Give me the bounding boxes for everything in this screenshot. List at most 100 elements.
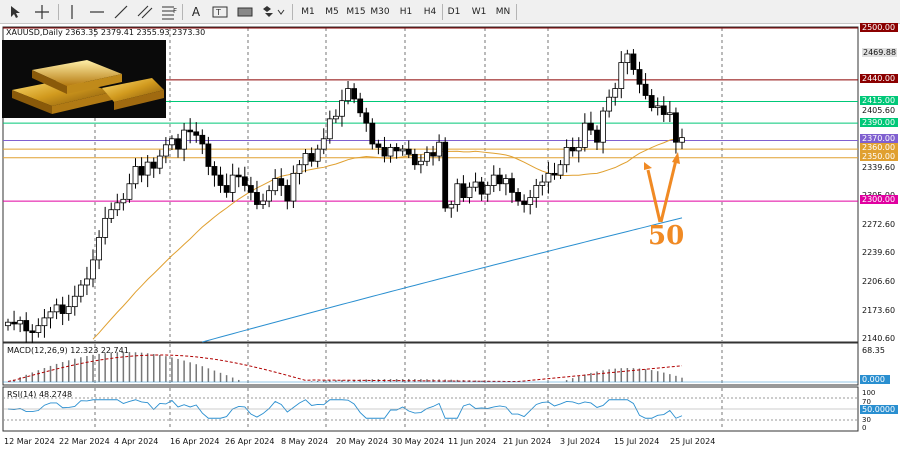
candle-body [436, 141, 443, 157]
candle-body [278, 178, 285, 186]
candle-body [272, 178, 279, 192]
candle-body [108, 209, 115, 219]
time-label: 11 Jun 2024 [448, 437, 497, 446]
tf-button-mn[interactable]: MN [491, 2, 515, 22]
crosshair-icon[interactable] [32, 2, 52, 22]
candle-body [484, 185, 491, 195]
candle-body [666, 112, 673, 115]
candle-body [187, 129, 194, 133]
price-tick-2239: 2239.60 [862, 248, 896, 257]
tf-button-m30[interactable]: M30 [368, 2, 392, 22]
rsi-tick-100: 100 [862, 389, 876, 397]
price-tick-2173: 2173.60 [862, 306, 896, 315]
tf-button-m15[interactable]: M15 [344, 2, 368, 22]
svg-text:T: T [215, 8, 221, 17]
candle-body [296, 164, 303, 174]
fibonacci-icon[interactable]: F [160, 2, 178, 22]
tf-button-m5[interactable]: M5 [320, 2, 344, 22]
candle-body [381, 147, 388, 157]
candle-body [496, 174, 503, 185]
candle-body [260, 200, 266, 205]
annotation-50-label: 50 [648, 221, 685, 251]
candle-body [71, 295, 78, 308]
candle-body [150, 161, 157, 169]
candle-body [132, 166, 139, 185]
macd-tick-68: 68.35 [862, 346, 885, 355]
rsi-tick-0: 0 [862, 424, 867, 432]
time-label: 30 May 2024 [392, 437, 445, 446]
candle-body [84, 278, 90, 286]
candle-body [454, 183, 461, 205]
candle-body [144, 161, 151, 176]
rectangle-icon[interactable] [236, 2, 254, 22]
candle-body [472, 181, 479, 188]
candle-body [17, 320, 24, 325]
candle-body [521, 200, 528, 205]
candle-body [515, 192, 521, 202]
candle-body [490, 174, 497, 186]
candle-body [660, 105, 667, 115]
candle-body [630, 53, 637, 70]
candle-body [424, 152, 430, 162]
rsi-level-badge: 50.0000 [860, 405, 898, 414]
candle-body [393, 147, 400, 152]
tf-button-h1[interactable]: H1 [394, 2, 418, 22]
tf-button-w1[interactable]: W1 [467, 2, 491, 22]
candle-body [59, 304, 66, 314]
candle-body [357, 98, 364, 114]
candle-body [679, 137, 685, 143]
time-label: 21 Jun 2024 [503, 437, 552, 446]
candle-body [642, 83, 649, 96]
candle-body [448, 204, 455, 209]
candle-body [418, 160, 424, 166]
candle-body [411, 153, 418, 166]
level-badge-2360: 2360.00 [860, 143, 898, 152]
tf-button-h4[interactable]: H4 [418, 2, 442, 22]
price-tick-2206: 2206.60 [862, 277, 896, 286]
level-badge-2440: 2440.00 [860, 74, 898, 83]
text-icon[interactable]: A [188, 2, 204, 22]
shapes-icon[interactable] [260, 2, 286, 22]
candle-body [351, 88, 358, 100]
level-badge-2370: 2370.00 [860, 134, 898, 143]
candle-body [320, 138, 327, 150]
candle-body [430, 152, 436, 157]
rsi-label: RSI(14) 48.2748 [7, 390, 73, 399]
candle-body [399, 148, 406, 152]
candle-body [581, 122, 588, 148]
candle-body [241, 176, 248, 186]
symbol-header: XAUUSD,Daily 2363.35 2379.41 2355.93 237… [6, 28, 206, 37]
candle-body [53, 304, 60, 313]
candle-body [503, 178, 509, 185]
gold-bars-image [2, 40, 166, 118]
candle-body [545, 172, 552, 183]
candle-body [138, 166, 145, 176]
vertical-line-icon[interactable] [64, 2, 80, 22]
trendline-icon[interactable] [112, 2, 130, 22]
candle-body [569, 147, 576, 152]
label-icon[interactable]: T [210, 2, 230, 22]
price-tick-2272: 2272.60 [862, 220, 896, 229]
candle-body [11, 321, 17, 325]
time-label: 22 Mar 2024 [59, 437, 110, 446]
candle-body [527, 197, 534, 205]
level-badge-2500: 2500.00 [860, 23, 898, 32]
cursor-icon[interactable] [6, 2, 24, 22]
tf-button-m1[interactable]: M1 [296, 2, 320, 22]
candle-body [90, 259, 96, 280]
candle-body [284, 185, 291, 202]
candle-body [533, 185, 540, 199]
horizontal-line-icon[interactable] [88, 2, 106, 22]
candle-body [594, 129, 600, 143]
candle-body [229, 174, 236, 193]
candle-body [29, 330, 36, 333]
svg-text:F: F [173, 7, 177, 15]
macd-zero-badge: 0.000 [860, 375, 890, 384]
candle-body [302, 153, 309, 166]
candle-body [65, 306, 72, 314]
candle-body [563, 147, 570, 166]
tf-button-d1[interactable]: D1 [442, 2, 466, 22]
channel-icon[interactable] [136, 2, 154, 22]
candle-body [23, 320, 30, 332]
time-label: 3 Jul 2024 [560, 437, 601, 446]
